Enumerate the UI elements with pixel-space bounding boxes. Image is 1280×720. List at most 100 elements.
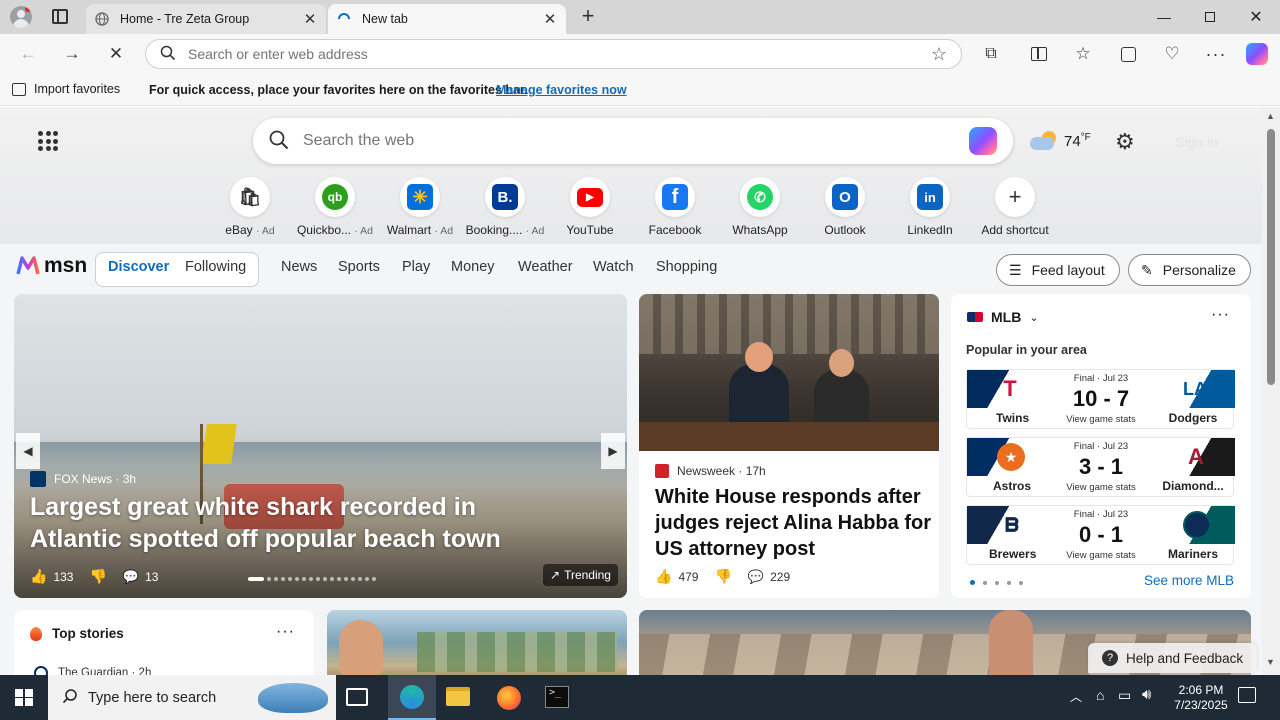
close-tab-icon[interactable]: ✕ xyxy=(302,10,318,28)
page-scrollbar[interactable]: ▲ ▼ xyxy=(1262,107,1280,675)
shortcut-quickbooks[interactable]: qb Quickbo... · Ad xyxy=(290,177,380,237)
game-card-brewers-mariners[interactable]: ᗷ Brewers Final · Jul 23 0 - 1 View game… xyxy=(966,505,1235,565)
scrollbar-thumb[interactable] xyxy=(1267,129,1275,385)
tab-discover[interactable]: Discover xyxy=(108,259,169,275)
split-screen-icon[interactable] xyxy=(1025,40,1053,68)
hero-story-card[interactable]: ◀ ▶ FOX News · 3h Largest great white sh… xyxy=(14,294,627,598)
tab-actions-icon[interactable] xyxy=(52,9,68,24)
import-favorites-button[interactable]: Import favorites xyxy=(12,82,120,96)
new-tab-button[interactable]: + xyxy=(576,5,600,29)
feed-layout-button[interactable]: ☰ Feed layout xyxy=(996,254,1120,286)
stop-loading-button[interactable]: ✕ xyxy=(102,40,130,68)
msn-logo[interactable]: msn xyxy=(16,254,87,278)
personalize-button[interactable]: ✎ Personalize xyxy=(1128,254,1251,286)
nav-news[interactable]: News xyxy=(281,259,317,275)
clock[interactable]: 2:06 PM 7/23/2025 xyxy=(1170,683,1232,713)
nav-money[interactable]: Money xyxy=(451,259,495,275)
help-feedback-button[interactable]: ? Help and Feedback xyxy=(1088,643,1258,673)
scroll-down-arrow[interactable]: ▼ xyxy=(1266,657,1275,667)
top-stories-header[interactable]: Top stories xyxy=(30,626,124,641)
thumbs-up-icon[interactable]: 👍 xyxy=(655,568,672,585)
shortcut-walmart[interactable]: ✳ Walmart · Ad xyxy=(375,177,465,237)
more-options-icon[interactable]: ··· xyxy=(1211,306,1230,324)
hero-headline[interactable]: Largest great white shark recorded in At… xyxy=(30,491,570,555)
scroll-up-arrow[interactable]: ▲ xyxy=(1266,111,1275,121)
favorites-icon[interactable]: ☆ xyxy=(1069,40,1097,68)
copilot-icon[interactable] xyxy=(1246,43,1268,65)
file-explorer-icon[interactable] xyxy=(446,687,470,706)
nav-shopping[interactable]: Shopping xyxy=(656,259,717,275)
view-game-stats-link[interactable]: View game stats xyxy=(1055,550,1147,561)
show-hidden-icons-chevron[interactable]: ︿ xyxy=(1070,688,1082,705)
tab-new-tab[interactable]: New tab ✕ xyxy=(328,4,566,34)
nav-sports[interactable]: Sports xyxy=(338,259,380,275)
network-icon[interactable]: ⌂ xyxy=(1096,687,1104,703)
nav-weather[interactable]: Weather xyxy=(518,259,573,275)
restore-button[interactable] xyxy=(1187,0,1233,34)
forward-button[interactable]: → xyxy=(58,40,86,68)
page-settings-gear-icon[interactable]: ⚙ xyxy=(1115,129,1135,155)
close-tab-icon[interactable]: ✕ xyxy=(542,10,558,28)
carousel-prev-button[interactable]: ◀ xyxy=(16,433,40,469)
shortcut-whatsapp[interactable]: ✆ WhatsApp xyxy=(715,177,805,237)
start-button[interactable] xyxy=(0,675,48,720)
shortcut-ebay[interactable]: 🛍 eBay · Ad xyxy=(205,177,295,237)
nav-play[interactable]: Play xyxy=(402,259,430,275)
collections-icon[interactable] xyxy=(1114,40,1142,68)
game-score: 0 - 1 xyxy=(1078,522,1124,547)
view-game-stats-link[interactable]: View game stats xyxy=(1055,482,1147,493)
copilot-icon[interactable] xyxy=(969,127,997,155)
web-search-box[interactable] xyxy=(253,118,1013,164)
apps-launcher-icon[interactable] xyxy=(38,131,58,151)
shortcut-linkedin[interactable]: in LinkedIn xyxy=(885,177,975,237)
address-input[interactable] xyxy=(188,46,931,62)
nav-watch[interactable]: Watch xyxy=(593,259,634,275)
mlb-header[interactable]: MLB ⌄ xyxy=(967,309,1039,325)
browser-essentials-icon[interactable]: ♡ xyxy=(1158,40,1186,68)
comment-icon[interactable]: 💬 xyxy=(123,569,139,585)
edge-taskbar-icon[interactable] xyxy=(388,675,436,720)
carousel-next-button[interactable]: ▶ xyxy=(601,433,625,469)
volume-icon[interactable]: 🔊︎ xyxy=(1142,686,1151,703)
tab-home-tre-zeta[interactable]: Home - Tre Zeta Group ✕ xyxy=(86,4,326,34)
address-bar[interactable]: ☆ xyxy=(145,39,962,69)
sign-in-button[interactable]: Sign in xyxy=(1175,134,1218,150)
mlb-subtitle: Popular in your area xyxy=(966,343,1087,357)
carousel-dots[interactable] xyxy=(248,577,376,581)
game-card-twins-dodgers[interactable]: T Twins Final · Jul 23 10 - 7 View game … xyxy=(966,369,1235,429)
mlb-page-dots[interactable] xyxy=(970,580,1023,585)
see-more-mlb-link[interactable]: See more MLB xyxy=(1144,573,1234,588)
terminal-icon[interactable]: >_ xyxy=(545,686,569,708)
settings-more-icon[interactable]: ··· xyxy=(1202,40,1230,68)
wifi-icon[interactable]: ▭ xyxy=(1118,687,1131,704)
game-promo-card[interactable] xyxy=(327,610,627,675)
profile-avatar[interactable] xyxy=(10,6,32,28)
shortcut-booking[interactable]: B. Booking.... · Ad xyxy=(460,177,550,237)
news-story-card[interactable]: Newsweek · 17h White House responds afte… xyxy=(639,294,939,598)
story-headline[interactable]: White House responds after judges reject… xyxy=(655,484,931,562)
taskbar-search-box[interactable]: Type here to search xyxy=(48,675,336,720)
comment-icon[interactable]: 💬 xyxy=(748,569,764,585)
more-options-icon[interactable]: ··· xyxy=(276,623,295,641)
notifications-icon[interactable] xyxy=(1238,687,1256,703)
favorite-star-icon[interactable]: ☆ xyxy=(931,44,947,65)
extensions-icon[interactable]: ⧉ xyxy=(977,40,1005,68)
shortcut-facebook[interactable]: f Facebook xyxy=(630,177,720,237)
game-card-astros-diamondbacks[interactable]: ★ Astros Final · Jul 23 3 - 1 View game … xyxy=(966,437,1235,497)
shortcut-add[interactable]: + Add shortcut xyxy=(970,177,1060,237)
thumbs-down-icon[interactable]: 👎 xyxy=(89,568,106,585)
back-button[interactable]: ← xyxy=(14,40,42,68)
weather-widget[interactable]: 74 °F xyxy=(1030,131,1091,151)
thumbs-down-icon[interactable]: 👎 xyxy=(714,568,731,585)
shortcut-outlook[interactable]: O Outlook xyxy=(800,177,890,237)
shortcut-youtube[interactable]: ▶ YouTube xyxy=(545,177,635,237)
manage-favorites-link[interactable]: Manage favorites now xyxy=(496,83,627,97)
thumbs-up-icon[interactable]: 👍 xyxy=(30,568,47,585)
view-game-stats-link[interactable]: View game stats xyxy=(1055,414,1147,425)
firefox-icon[interactable] xyxy=(497,686,521,710)
tab-following[interactable]: Following xyxy=(185,259,246,275)
web-search-input[interactable] xyxy=(303,132,969,150)
task-view-icon[interactable] xyxy=(346,688,368,706)
close-window-button[interactable]: ✕ xyxy=(1233,0,1279,34)
minimize-button[interactable]: — xyxy=(1141,0,1187,34)
